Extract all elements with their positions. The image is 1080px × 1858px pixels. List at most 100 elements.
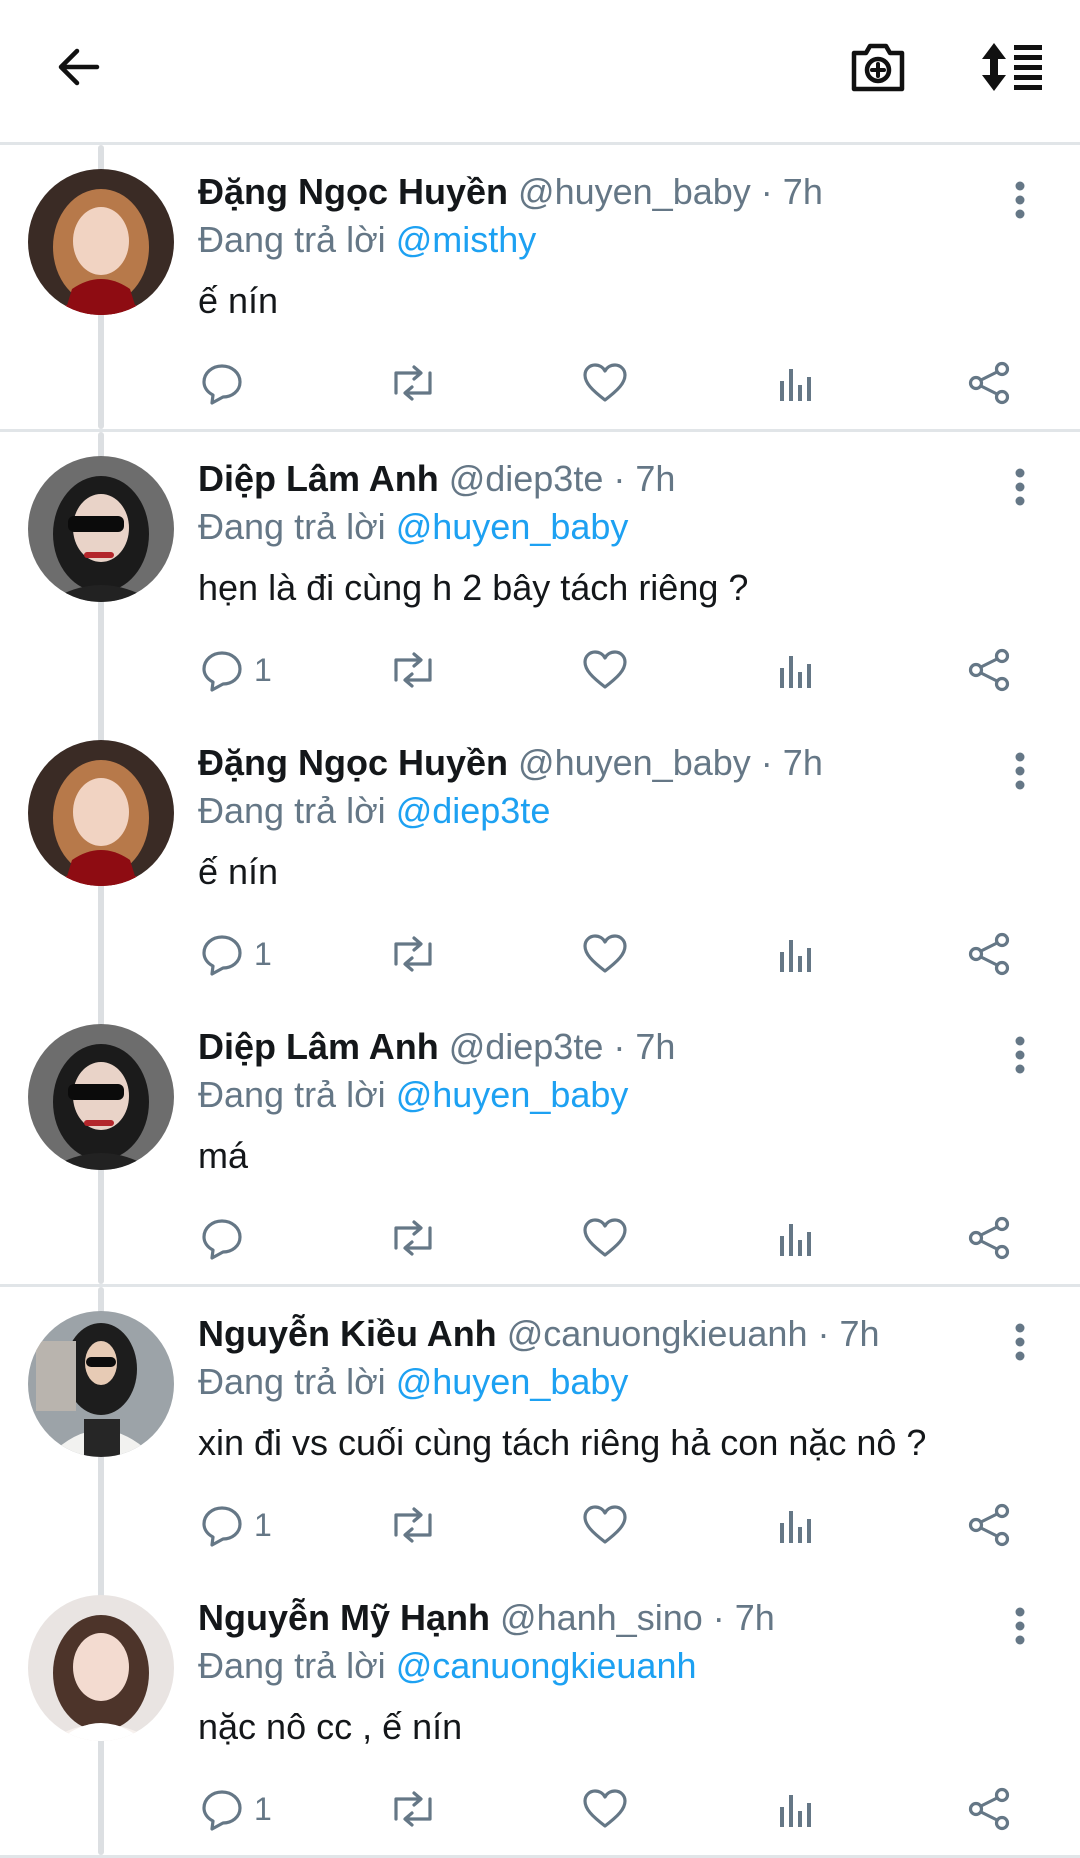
avatar[interactable]: [28, 740, 174, 886]
analytics-icon: [780, 656, 811, 688]
more-options-button[interactable]: [1000, 1030, 1040, 1080]
author-handle[interactable]: @canuongkieuanh: [507, 1313, 808, 1354]
reply-button[interactable]: [200, 1210, 254, 1266]
author-name[interactable]: Đặng Ngọc Huyền: [198, 171, 508, 212]
share-button[interactable]: [966, 926, 1012, 982]
more-vertical-icon: [1015, 1607, 1025, 1645]
avatar[interactable]: [28, 456, 174, 602]
retweet-button[interactable]: [388, 642, 438, 698]
like-button[interactable]: [582, 1210, 628, 1266]
avatar-image: [28, 740, 174, 886]
mention-link[interactable]: @huyen_baby: [396, 1361, 629, 1402]
separator-dot: ·: [613, 1026, 626, 1067]
author-name[interactable]: Nguyễn Mỹ Hạnh: [198, 1597, 490, 1638]
like-button[interactable]: [582, 1497, 628, 1553]
tweet-header: Đặng Ngọc Huyền @huyen_baby · 7h: [198, 741, 823, 785]
more-vertical-icon: [1015, 1323, 1025, 1361]
analytics-button[interactable]: [776, 926, 816, 982]
reply-button[interactable]: 1: [200, 926, 272, 982]
more-options-button[interactable]: [1000, 462, 1040, 512]
retweet-button[interactable]: [388, 355, 438, 411]
more-options-button[interactable]: [1000, 1317, 1040, 1367]
author-handle[interactable]: @diep3te: [449, 1026, 604, 1067]
camera-button[interactable]: [836, 25, 920, 109]
tweet-actions: 1: [0, 1781, 1080, 1837]
reply-count: 1: [254, 935, 272, 972]
tweet[interactable]: Diệp Lâm Anh @diep3te · 7h Đang trả lời @…: [0, 1000, 1080, 1284]
author-name[interactable]: Đặng Ngọc Huyền: [198, 742, 508, 783]
tweet-header: Diệp Lâm Anh @diep3te · 7h: [198, 457, 675, 501]
reply-button[interactable]: [200, 355, 254, 411]
back-button[interactable]: [37, 25, 121, 109]
avatar[interactable]: [28, 169, 174, 315]
reply-count: 1: [254, 651, 272, 688]
more-options-button[interactable]: [1000, 746, 1040, 796]
retweet-button[interactable]: [388, 1210, 438, 1266]
avatar[interactable]: [28, 1595, 174, 1741]
mention-link[interactable]: @huyen_baby: [396, 1074, 629, 1115]
avatar-image: [28, 456, 174, 602]
replying-to-label: Đang trả lời: [198, 506, 386, 547]
retweet-icon: [394, 1791, 432, 1827]
camera-add-icon: [851, 43, 905, 92]
share-icon: [968, 1216, 1010, 1260]
timestamp: 7h: [635, 1026, 676, 1067]
analytics-button[interactable]: [776, 1497, 816, 1553]
heart-icon: [583, 1505, 627, 1544]
retweet-button[interactable]: [388, 1781, 438, 1837]
share-button[interactable]: [966, 355, 1012, 411]
share-icon: [968, 932, 1010, 976]
more-options-button[interactable]: [1000, 175, 1040, 225]
analytics-button[interactable]: [776, 1210, 816, 1266]
author-name[interactable]: Diệp Lâm Anh: [198, 1026, 439, 1067]
avatar-image: [28, 1595, 174, 1741]
analytics-icon: [780, 1224, 811, 1256]
author-handle[interactable]: @huyen_baby: [518, 171, 751, 212]
share-button[interactable]: [966, 1781, 1012, 1837]
tweet[interactable]: Nguyễn Mỹ Hạnh @hanh_sino · 7h Đang trả l…: [0, 1571, 1080, 1855]
reply-feed: Đặng Ngọc Huyền @huyen_baby · 7h Đang trả…: [0, 145, 1080, 1858]
avatar-image: [28, 1311, 174, 1457]
avatar[interactable]: [28, 1024, 174, 1170]
more-options-button[interactable]: [1000, 1601, 1040, 1651]
like-button[interactable]: [582, 642, 628, 698]
retweet-button[interactable]: [388, 926, 438, 982]
retweet-button[interactable]: [388, 1497, 438, 1553]
tweet-text: hẹn là đi cùng h 2 bây tách riêng ?: [198, 567, 749, 608]
like-button[interactable]: [582, 1781, 628, 1837]
mention-link[interactable]: @canuongkieuanh: [396, 1645, 697, 1686]
reply-button[interactable]: 1: [200, 1781, 272, 1837]
tweet-actions: [0, 1210, 1080, 1266]
share-button[interactable]: [966, 1210, 1012, 1266]
tweet[interactable]: Đặng Ngọc Huyền @huyen_baby · 7h Đang trả…: [0, 145, 1080, 429]
replying-to: Đang trả lời @misthy: [198, 218, 536, 262]
tweet[interactable]: Nguyễn Kiều Anh @canuongkieuanh · 7h Đang…: [0, 1287, 1080, 1571]
author-handle[interactable]: @huyen_baby: [518, 742, 751, 783]
author-handle[interactable]: @diep3te: [449, 458, 604, 499]
reply-count: 1: [254, 1506, 272, 1543]
mention-link[interactable]: @huyen_baby: [396, 506, 629, 547]
sort-button[interactable]: [970, 25, 1054, 109]
tweet[interactable]: Đặng Ngọc Huyền @huyen_baby · 7h Đang trả…: [0, 716, 1080, 1000]
separator-dot: ·: [817, 1313, 830, 1354]
separator-dot: ·: [613, 458, 626, 499]
analytics-button[interactable]: [776, 642, 816, 698]
mention-link[interactable]: @misthy: [396, 219, 537, 260]
timestamp: 7h: [782, 742, 823, 783]
author-handle[interactable]: @hanh_sino: [500, 1597, 703, 1638]
mention-link[interactable]: @diep3te: [396, 790, 551, 831]
tweet-text: xin đi vs cuối cùng tách riêng hả con nặ…: [198, 1422, 927, 1463]
avatar[interactable]: [28, 1311, 174, 1457]
thread-group: Đặng Ngọc Huyền @huyen_baby · 7h Đang trả…: [0, 145, 1080, 432]
like-button[interactable]: [582, 355, 628, 411]
reply-button[interactable]: 1: [200, 642, 272, 698]
author-name[interactable]: Nguyễn Kiều Anh: [198, 1313, 497, 1354]
analytics-button[interactable]: [776, 1781, 816, 1837]
like-button[interactable]: [582, 926, 628, 982]
analytics-button[interactable]: [776, 355, 816, 411]
author-name[interactable]: Diệp Lâm Anh: [198, 458, 439, 499]
share-button[interactable]: [966, 642, 1012, 698]
reply-button[interactable]: 1: [200, 1497, 272, 1553]
share-button[interactable]: [966, 1497, 1012, 1553]
tweet[interactable]: Diệp Lâm Anh @diep3te · 7h Đang trả lời @…: [0, 432, 1080, 716]
